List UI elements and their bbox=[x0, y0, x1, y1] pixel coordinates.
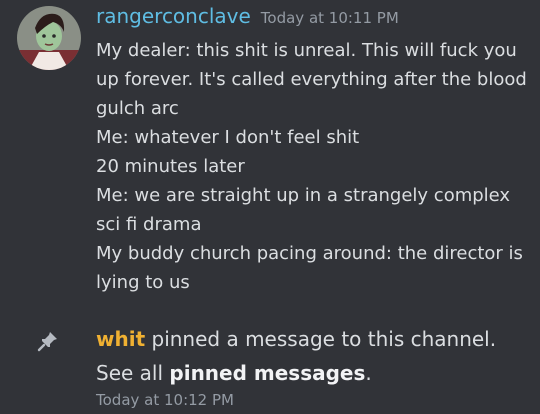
message-line: My buddy church pacing around: the direc… bbox=[96, 243, 523, 293]
message-line: Me: we are straight up in a strangely co… bbox=[96, 185, 511, 235]
message-content: My dealer: this shit is unreal. This wil… bbox=[96, 36, 532, 297]
pinned-messages-link[interactable]: pinned messages bbox=[169, 361, 365, 385]
message-header: rangerconclave Today at 10:11 PM bbox=[96, 4, 532, 38]
message-line: Me: whatever I don't feel shit bbox=[96, 127, 360, 148]
system-action-text: pinned a message to this channel. bbox=[145, 327, 497, 351]
message-line: My dealer: this shit is unreal. This wil… bbox=[96, 40, 527, 119]
system-timestamp: Today at 10:12 PM bbox=[96, 391, 234, 409]
message-line: 20 minutes later bbox=[96, 156, 245, 177]
see-all-prefix: See all bbox=[96, 361, 170, 385]
message: rangerconclave Today at 10:11 PM My deal… bbox=[96, 4, 532, 297]
avatar[interactable] bbox=[17, 6, 81, 70]
see-all-line: See all pinned messages. bbox=[96, 356, 536, 390]
system-message-text: whit pinned a message to this channel. bbox=[96, 322, 536, 356]
pin-icon bbox=[37, 330, 59, 352]
actor-username[interactable]: whit bbox=[96, 327, 145, 351]
see-all-suffix: . bbox=[365, 361, 372, 385]
message-timestamp: Today at 10:11 PM bbox=[260, 9, 399, 27]
username[interactable]: rangerconclave bbox=[96, 4, 251, 28]
